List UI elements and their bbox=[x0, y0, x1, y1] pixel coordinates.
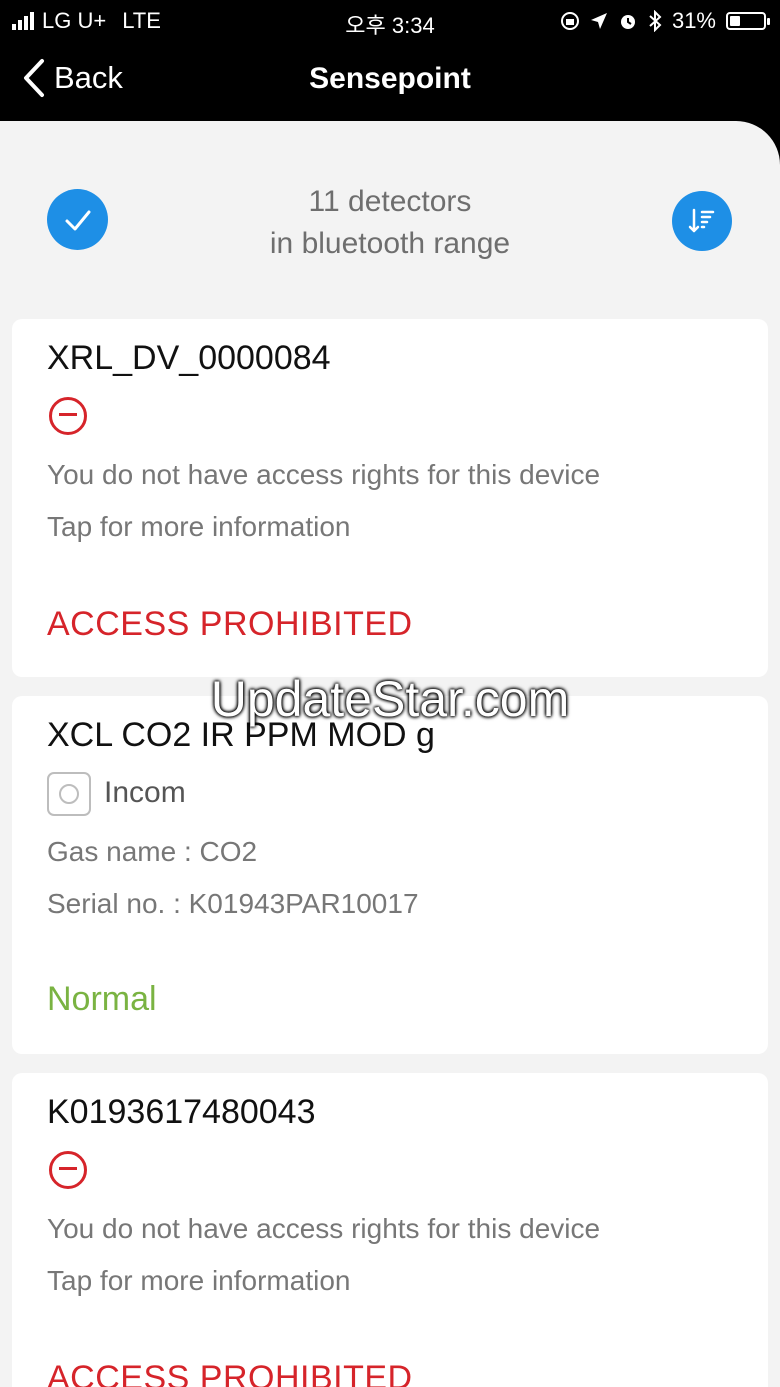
range-summary: 11 detectors in bluetooth range bbox=[190, 181, 590, 265]
battery-icon bbox=[726, 12, 770, 30]
device-status: Normal bbox=[47, 980, 157, 1018]
incom-icon bbox=[47, 772, 91, 816]
check-icon bbox=[65, 210, 90, 230]
device-card[interactable]: K0193617480043 You do not have access ri… bbox=[12, 1073, 768, 1387]
more-info-hint: Tap for more information bbox=[47, 511, 351, 542]
watermark: UpdateStar.com bbox=[210, 671, 570, 727]
device-card[interactable]: XCL CO2 IR PPM MOD g Incom Gas name : CO… bbox=[12, 696, 768, 1054]
device-card[interactable]: XRL_DV_0000084 You do not have access ri… bbox=[12, 319, 768, 677]
battery-percent: 31% bbox=[671, 8, 716, 33]
device-name: XRL_DV_0000084 bbox=[47, 339, 331, 377]
battery-level bbox=[730, 16, 740, 26]
screen-lock-icon bbox=[560, 12, 579, 30]
bluetooth-icon bbox=[649, 10, 662, 32]
location-icon bbox=[590, 13, 607, 29]
status-bar: LG U+ LTE 오후 3:34 31% bbox=[0, 0, 780, 42]
gas-name: Gas name : CO2 bbox=[47, 836, 258, 867]
device-name: K0193617480043 bbox=[47, 1093, 316, 1131]
no-access-icon bbox=[49, 397, 87, 435]
range-count: 11 detectors bbox=[308, 185, 472, 218]
status-right: 31% bbox=[560, 8, 770, 34]
page-title: Sensepoint bbox=[309, 62, 471, 95]
no-access-icon bbox=[49, 1151, 87, 1189]
comm-label: Incom bbox=[104, 776, 186, 809]
more-info-hint: Tap for more information bbox=[47, 1265, 351, 1296]
device-list-screen: 11 detectors in bluetooth range XRL_DV_0… bbox=[0, 121, 780, 1387]
sort-icon bbox=[688, 208, 715, 233]
serial-number: Serial no. : K01943PAR10017 bbox=[47, 888, 419, 919]
device-status: ACCESS PROHIBITED bbox=[47, 605, 413, 643]
select-all-button[interactable] bbox=[47, 189, 108, 250]
nav-bar: Back Sensepoint bbox=[0, 42, 780, 122]
sort-button[interactable] bbox=[672, 191, 732, 251]
access-message: You do not have access rights for this d… bbox=[47, 459, 601, 490]
access-message: You do not have access rights for this d… bbox=[47, 1213, 601, 1244]
range-caption: in bluetooth range bbox=[269, 227, 511, 260]
device-status: ACCESS PROHIBITED bbox=[47, 1359, 413, 1387]
alarm-icon bbox=[620, 15, 635, 29]
